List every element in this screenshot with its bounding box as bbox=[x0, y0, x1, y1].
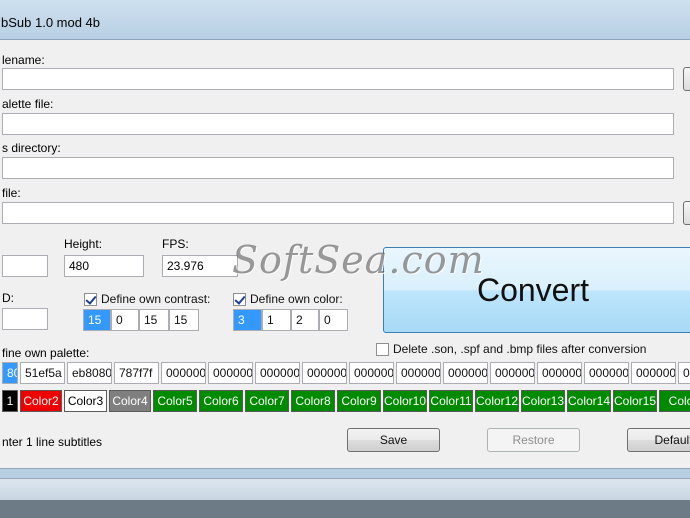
color-value-4[interactable]: 0 bbox=[319, 309, 348, 331]
palette-hex-row: 8051ef5aeb8080787f7f00000000000000000000… bbox=[2, 362, 690, 384]
palette-color-button[interactable]: Color9 bbox=[337, 390, 381, 412]
default-button[interactable]: Default bbox=[627, 428, 690, 452]
palette-hex-cell[interactable]: eb8080 bbox=[67, 362, 112, 384]
default-label: Default bbox=[654, 433, 690, 447]
id-label: D: bbox=[2, 291, 14, 305]
define-contrast-checkbox[interactable]: Define own contrast: bbox=[84, 292, 210, 306]
fps-label: FPS: bbox=[162, 237, 189, 251]
palette-color-button[interactable]: Color6 bbox=[199, 390, 243, 412]
file-browse-button[interactable] bbox=[683, 201, 690, 225]
palette-color-button[interactable]: Color3 bbox=[64, 390, 107, 412]
status-bar bbox=[0, 478, 690, 500]
file-label: file: bbox=[2, 186, 21, 200]
define-color-checkbox[interactable]: Define own color: bbox=[233, 292, 343, 306]
fps-input[interactable]: 23.976 bbox=[162, 255, 238, 277]
palette-file-input[interactable] bbox=[2, 113, 674, 135]
delete-files-check-box[interactable] bbox=[376, 342, 389, 356]
color-value-2[interactable]: 1 bbox=[262, 309, 291, 331]
center-subtitles-label: nter 1 line subtitles bbox=[2, 435, 103, 449]
title-bar[interactable]: bSub 1.0 mod 4b bbox=[0, 0, 690, 33]
contrast-value-4[interactable]: 15 bbox=[169, 309, 199, 331]
file-input[interactable] bbox=[2, 202, 674, 224]
contrast-values: 15 0 15 15 bbox=[83, 309, 199, 331]
height-label: Height: bbox=[64, 237, 103, 251]
define-contrast-label: Define own contrast: bbox=[101, 292, 211, 306]
palette-label: fine own palette: bbox=[2, 346, 90, 360]
palette-hex-cell[interactable]: 000000 bbox=[584, 362, 629, 384]
palette-file-label: alette file: bbox=[2, 97, 54, 111]
filename-browse-button[interactable] bbox=[683, 67, 690, 91]
palette-hex-cell[interactable]: 000000 bbox=[161, 362, 206, 384]
restore-button[interactable]: Restore bbox=[487, 428, 580, 452]
contrast-value-1[interactable]: 15 bbox=[83, 309, 111, 331]
palette-hex-cell[interactable]: 000000 bbox=[490, 362, 535, 384]
palette-color-button[interactable]: Color11 bbox=[429, 390, 473, 412]
color-value-3[interactable]: 2 bbox=[291, 309, 319, 331]
delete-files-label: Delete .son, .spf and .bmp files after c… bbox=[393, 342, 647, 356]
restore-label: Restore bbox=[512, 433, 555, 447]
palette-hex-cell[interactable]: 000000 bbox=[678, 362, 690, 384]
palette-hex-cell[interactable]: 000000 bbox=[349, 362, 394, 384]
palette-hex-cell[interactable]: 000000 bbox=[255, 362, 300, 384]
window-title: bSub 1.0 mod 4b bbox=[1, 15, 101, 30]
filename-input[interactable] bbox=[2, 68, 674, 90]
palette-color-button[interactable]: Color8 bbox=[291, 390, 335, 412]
palette-color-button[interactable]: Color15 bbox=[613, 390, 657, 412]
convert-label: Convert bbox=[476, 271, 590, 308]
palette-hex-cell[interactable]: 787f7f bbox=[114, 362, 159, 384]
height-input[interactable]: 480 bbox=[64, 255, 144, 277]
id-input[interactable] bbox=[2, 308, 48, 330]
palette-color-row: 1 Color2 Color3 Color4 Color5 Color6 Color7 Col… bbox=[2, 390, 690, 412]
palette-color-button[interactable]: Colo bbox=[659, 390, 690, 412]
palette-hex-cell[interactable]: 000000 bbox=[537, 362, 582, 384]
watermark-text: SoftSea.com bbox=[232, 238, 485, 282]
palette-color-button[interactable]: Color10 bbox=[383, 390, 427, 412]
palette-hex-cell[interactable]: 000000 bbox=[396, 362, 441, 384]
contrast-check-box[interactable] bbox=[84, 292, 97, 306]
directory-input[interactable] bbox=[2, 157, 674, 179]
color-check-box[interactable] bbox=[233, 292, 246, 306]
save-label: Save bbox=[379, 433, 408, 447]
palette-hex-cell[interactable]: 000000 bbox=[631, 362, 676, 384]
palette-color-button[interactable]: Color12 bbox=[475, 390, 519, 412]
palette-hex-cell[interactable]: 51ef5a bbox=[20, 362, 65, 384]
color-value-1[interactable]: 3 bbox=[233, 309, 262, 331]
width-input[interactable] bbox=[2, 255, 48, 277]
palette-color-button[interactable]: Color4 bbox=[109, 390, 151, 412]
contrast-value-3[interactable]: 15 bbox=[139, 309, 169, 331]
palette-hex-cell[interactable]: 000000 bbox=[302, 362, 347, 384]
palette-color-button[interactable]: Color5 bbox=[153, 390, 197, 412]
palette-hex-cell[interactable]: 000000 bbox=[208, 362, 253, 384]
define-color-label: Define own color: bbox=[250, 292, 343, 306]
delete-files-checkbox[interactable]: Delete .son, .spf and .bmp files after c… bbox=[376, 342, 646, 356]
palette-color-button[interactable]: 1 bbox=[2, 390, 18, 412]
palette-color-button[interactable]: Color7 bbox=[245, 390, 289, 412]
palette-color-button[interactable]: Color13 bbox=[521, 390, 565, 412]
directory-label: s directory: bbox=[2, 141, 61, 155]
color-values: 3 1 2 0 bbox=[233, 309, 348, 331]
palette-hex-cell[interactable]: 80 bbox=[2, 362, 18, 384]
filename-label: lename: bbox=[2, 53, 45, 67]
palette-color-button[interactable]: Color2 bbox=[20, 390, 62, 412]
palette-hex-cell[interactable]: 000000 bbox=[443, 362, 488, 384]
save-button[interactable]: Save bbox=[347, 428, 440, 452]
palette-color-button[interactable]: Color14 bbox=[567, 390, 611, 412]
contrast-value-2[interactable]: 0 bbox=[111, 309, 139, 331]
